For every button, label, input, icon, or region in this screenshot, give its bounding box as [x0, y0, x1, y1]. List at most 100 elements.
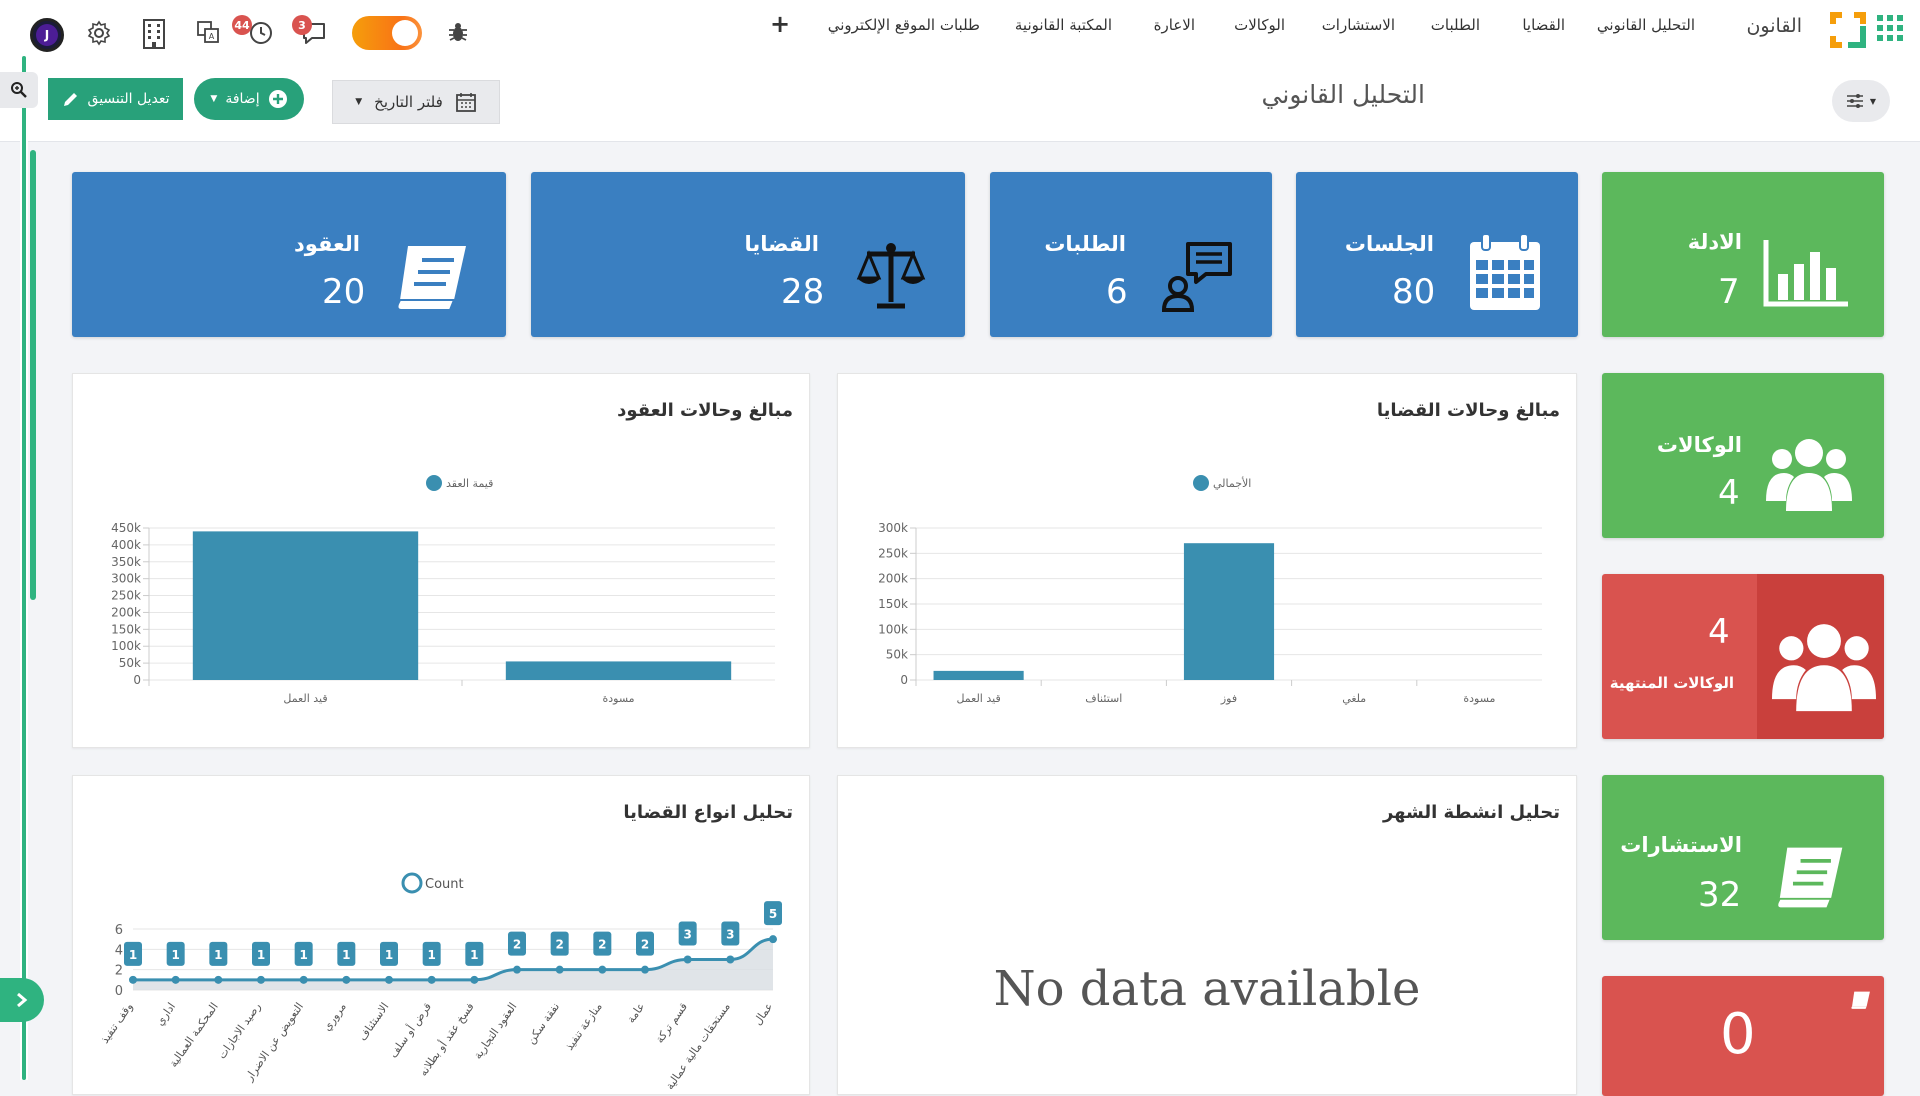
- page-header: التحليل القانوني تعديل التنسيق إضافة ▼ ف…: [0, 62, 1920, 142]
- stat-card-requests[interactable]: الطلبات 6: [990, 172, 1272, 337]
- data-label: 2: [513, 938, 521, 952]
- sliders-icon: [1846, 94, 1863, 108]
- x-tick-label: ملغي: [1342, 692, 1366, 705]
- data-label: 1: [299, 948, 307, 962]
- stat-title: الادلة: [1687, 230, 1742, 254]
- apps-grid-icon[interactable]: [1876, 14, 1906, 44]
- stat-value: 20: [322, 272, 366, 312]
- nav-item-legal-library[interactable]: المكتبة القانونية: [1015, 16, 1112, 34]
- legend-label: Count: [425, 877, 464, 892]
- y-tick-label: 50k: [119, 656, 141, 670]
- nav-item-legal-analysis[interactable]: التحليل القانوني: [1597, 16, 1695, 34]
- bar-chart-icon: [1763, 240, 1848, 307]
- nav-item-consultations[interactable]: الاستشارات: [1322, 16, 1395, 34]
- y-tick-label: 0: [115, 984, 123, 999]
- panel-title: تحليل انشطة الشهر: [1382, 802, 1560, 823]
- x-tick-label: عامة: [624, 1000, 647, 1025]
- contracts-chart-panel: مبالغ وحالات العقود قيمة العقد 0 50k 100k 15…: [72, 373, 810, 748]
- x-tick-label: فوز: [1220, 692, 1237, 705]
- y-tick-label: 300k: [878, 521, 908, 535]
- add-button[interactable]: إضافة ▼: [194, 78, 304, 120]
- filter-settings-button[interactable]: ▼: [1832, 80, 1890, 122]
- x-tick-label: استئناف: [1085, 692, 1122, 705]
- nav-item-cases[interactable]: القضايا: [1522, 16, 1565, 34]
- stat-value: 28: [781, 272, 825, 312]
- stat-card-extra[interactable]: 0: [1602, 976, 1884, 1096]
- messages-badge: 3: [292, 15, 312, 35]
- bar: [1183, 543, 1275, 680]
- y-tick-label: 400k: [111, 538, 141, 552]
- data-point: [513, 965, 521, 974]
- x-tick-label: العقود التجارية: [471, 1000, 519, 1061]
- stat-card-cases[interactable]: القضايا 28: [531, 172, 965, 337]
- bug-icon[interactable]: [446, 20, 470, 44]
- caret-down-icon: ▼: [210, 94, 218, 104]
- stat-card-sessions[interactable]: الجلسات 80: [1296, 172, 1578, 337]
- nav-brand[interactable]: القانون: [1746, 15, 1802, 37]
- stat-card-expired-agencies[interactable]: 4 الوكالات المنتهية: [1602, 574, 1884, 739]
- stat-value: 32: [1698, 875, 1742, 915]
- edit-layout-button[interactable]: تعديل التنسيق: [48, 78, 183, 120]
- data-point: [726, 955, 735, 964]
- add-menu-button[interactable]: +: [770, 10, 790, 38]
- y-tick-label: 4: [115, 943, 123, 958]
- caret-down-icon: ▼: [355, 97, 363, 107]
- stat-value: 6: [1106, 272, 1128, 312]
- stat-title: الوكالات المنتهية: [1609, 674, 1734, 692]
- stat-title: الطلبات: [1044, 232, 1126, 256]
- user-avatar[interactable]: J: [30, 18, 64, 52]
- y-tick-label: 250k: [878, 546, 908, 560]
- stat-card-contracts[interactable]: العقود 20: [72, 172, 506, 337]
- data-point: [641, 965, 649, 974]
- y-tick-label: 0: [900, 673, 908, 687]
- data-label: 2: [555, 938, 563, 952]
- building-icon[interactable]: [141, 16, 167, 50]
- legend-marker: [426, 475, 442, 491]
- scrollbar-thumb[interactable]: [30, 150, 36, 600]
- data-point: [214, 975, 223, 984]
- x-tick-label: قرض أو سلف: [386, 1000, 434, 1061]
- stat-card-consultations[interactable]: الاستشارات 32: [1602, 775, 1884, 940]
- stat-card-agencies[interactable]: الوكالات 4: [1602, 373, 1884, 538]
- stat-card-evidence[interactable]: الادلة 7: [1602, 172, 1884, 337]
- edit-layout-label: تعديل التنسيق: [87, 91, 170, 107]
- stat-value: 4: [1718, 473, 1740, 513]
- data-label: 1: [214, 948, 222, 962]
- case-types-panel: تحليل انواع القضايا Count 0 2 4 6 1 وقف تنفيذ 1…: [72, 775, 810, 1095]
- stat-value: 4: [1708, 612, 1730, 652]
- x-tick-label: نفقة سكن: [524, 1000, 562, 1046]
- cases-chart-panel: مبالغ وحالات القضايا الأجمالي 0 50k 100k 150…: [837, 373, 1577, 748]
- bar: [933, 670, 1024, 680]
- book-icon: [1851, 991, 1870, 1009]
- data-point: [385, 975, 393, 984]
- top-navbar: القانون التحليل القانوني القضايا الطلبات…: [0, 0, 1920, 62]
- x-tick-label: قيد العمل: [956, 692, 1000, 705]
- book-icon: [396, 246, 466, 311]
- brand-logo[interactable]: [1826, 8, 1870, 52]
- caret-down-icon: ▼: [1869, 96, 1877, 106]
- x-tick-label: عمال: [751, 1000, 776, 1027]
- add-button-label: إضافة: [225, 91, 260, 107]
- nav-item-lending[interactable]: الاعارة: [1154, 16, 1195, 34]
- data-label: 1: [470, 948, 478, 962]
- stat-value: 0: [1720, 1002, 1756, 1067]
- y-tick-label: 350k: [111, 555, 141, 569]
- month-activity-panel: تحليل انشطة الشهر No data available: [837, 775, 1577, 1095]
- y-tick-label: 200k: [878, 572, 908, 586]
- translate-icon[interactable]: A: [196, 20, 220, 44]
- zoom-button[interactable]: [0, 72, 38, 108]
- y-tick-label: 300k: [111, 572, 141, 586]
- data-point: [171, 975, 180, 984]
- y-tick-label: 200k: [111, 605, 141, 619]
- date-filter-dropdown[interactable]: فلتر التاريخ ▼: [332, 80, 500, 124]
- stat-value: 80: [1392, 272, 1436, 312]
- theme-toggle[interactable]: [352, 16, 422, 50]
- data-label: 1: [427, 948, 435, 962]
- gear-icon[interactable]: [86, 20, 112, 46]
- expand-sidebar-button[interactable]: [0, 978, 44, 1022]
- nav-item-website-requests[interactable]: طلبات الموقع الإلكتروني: [828, 16, 980, 34]
- nav-item-requests[interactable]: الطلبات: [1431, 16, 1480, 34]
- data-label: 3: [726, 928, 734, 942]
- nav-item-agencies[interactable]: الوكالات: [1234, 16, 1285, 34]
- y-tick-label: 100k: [111, 639, 141, 653]
